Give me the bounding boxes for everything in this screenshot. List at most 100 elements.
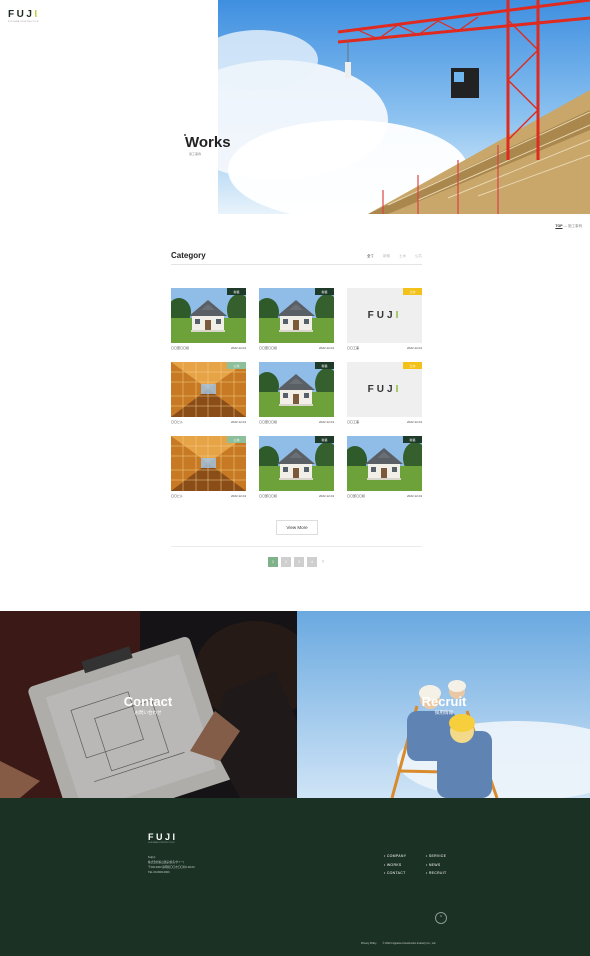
privacy-policy-link[interactable]: Privacy Policy xyxy=(361,942,377,945)
work-name: 〇〇ビル xyxy=(171,420,184,424)
work-date: 2022.12.04 xyxy=(318,346,334,350)
work-date: 2022.12.04 xyxy=(318,420,334,424)
work-name: 〇〇邸〇〇様 xyxy=(171,346,190,350)
contact-title: Contact xyxy=(123,694,173,709)
filter-public[interactable]: 公共 xyxy=(415,254,422,259)
pagination: 1 2 3 4 › xyxy=(268,557,324,567)
breadcrumb: TOP — 施工事例 xyxy=(555,224,582,229)
page-4[interactable]: 4 xyxy=(307,557,317,567)
recruit-title: Recruit xyxy=(421,694,467,709)
footer-link-recruit[interactable]: • RECRUIT xyxy=(426,871,468,875)
footer-link-contact[interactable]: • CONTACT xyxy=(384,871,426,875)
category-badge: 新築 xyxy=(315,362,334,369)
work-name: 〇〇工事 xyxy=(347,346,360,350)
work-card[interactable]: 新築〇〇邸〇〇様 2022.12.04 xyxy=(259,288,334,350)
work-card[interactable]: 公共〇〇ビル 2022.12.04 xyxy=(171,362,246,424)
work-thumbnail: 新築 xyxy=(259,362,334,417)
site-footer: FUJI FUJIYAMA CONSTRUCTION Fuji(n) 株式会社藤… xyxy=(0,798,590,956)
breadcrumb-home[interactable]: TOP xyxy=(555,224,562,228)
footer-bottom: Privacy Policy © 2022 Fujiyama Construct… xyxy=(361,942,436,945)
contact-panel[interactable]: Contact お問い合わせ xyxy=(0,611,297,798)
work-meta: 〇〇ビル 2022.12.04 xyxy=(171,494,246,498)
view-more-button[interactable]: View More xyxy=(276,520,318,535)
work-thumbnail: FUJI 土木 xyxy=(347,288,422,343)
breadcrumb-current: 施工事例 xyxy=(568,224,582,228)
page-1[interactable]: 1 xyxy=(268,557,278,567)
footer-link-service[interactable]: • SERVICE xyxy=(426,854,468,858)
work-thumbnail: 新築 xyxy=(347,436,422,491)
work-name: 〇〇工事 xyxy=(347,420,360,424)
work-name: 〇〇邸〇〇様 xyxy=(347,494,366,498)
recruit-subtitle: 採用情報 xyxy=(435,710,453,715)
logo-accent: I xyxy=(34,9,40,20)
work-date: 2022.12.04 xyxy=(230,494,246,498)
filter-new-build[interactable]: 新築 xyxy=(383,254,390,259)
category-badge: 土木 xyxy=(403,362,422,369)
filter-civil[interactable]: 土木 xyxy=(399,254,406,259)
work-meta: 〇〇邸〇〇様 2022.12.04 xyxy=(259,494,334,498)
work-date: 2022.12.04 xyxy=(406,420,422,424)
work-name: 〇〇邸〇〇様 xyxy=(259,420,278,424)
footer-logo[interactable]: FUJI xyxy=(148,832,178,842)
filter-all[interactable]: 全て xyxy=(367,254,374,259)
work-date: 2022.12.04 xyxy=(406,346,422,350)
work-meta: 〇〇邸〇〇様 2022.12.04 xyxy=(259,346,334,350)
category-badge: 新築 xyxy=(315,288,334,295)
work-date: 2022.12.04 xyxy=(230,346,246,350)
work-meta: 〇〇工事 2022.12.04 xyxy=(347,346,422,350)
work-card[interactable]: 新築〇〇邸〇〇様 2022.12.04 xyxy=(347,436,422,498)
back-to-top-icon[interactable]: ⌃ xyxy=(435,912,447,924)
heading-dot xyxy=(184,134,186,136)
placeholder-logo: FUJI xyxy=(367,310,402,321)
address-line: TEL 00-0000-0000 xyxy=(148,871,170,874)
work-thumbnail: 新築 xyxy=(259,288,334,343)
footer-link-company[interactable]: • COMPANY xyxy=(384,854,426,858)
work-name: 〇〇邸〇〇様 xyxy=(259,346,278,350)
site-logo[interactable]: FUJI FUJIYAMA CONSTRUCTION xyxy=(8,9,40,23)
footer-link-works[interactable]: • WORKS xyxy=(384,863,426,867)
work-name: 〇〇邸〇〇様 xyxy=(259,494,278,498)
work-thumbnail: 新築 xyxy=(259,436,334,491)
work-meta: 〇〇邸〇〇様 2022.12.04 xyxy=(347,494,422,498)
work-thumbnail: 公共 xyxy=(171,436,246,491)
work-thumbnail: 新築 xyxy=(171,288,246,343)
work-date: 2022.12.04 xyxy=(230,420,246,424)
work-card[interactable]: 新築〇〇邸〇〇様 2022.12.04 xyxy=(259,362,334,424)
logo-tagline: FUJIYAMA CONSTRUCTION xyxy=(8,21,39,23)
work-card[interactable]: 新築〇〇邸〇〇様 2022.12.04 xyxy=(171,288,246,350)
page-2[interactable]: 2 xyxy=(281,557,291,567)
hero-crane-image xyxy=(218,0,590,214)
category-badge: 土木 xyxy=(403,288,422,295)
breadcrumb-separator: — xyxy=(563,224,568,228)
work-card[interactable]: FUJI 土木〇〇工事 2022.12.04 xyxy=(347,362,422,424)
category-header: Category 全て 新築 土木 公共 xyxy=(171,251,422,265)
work-meta: 〇〇邸〇〇様 2022.12.04 xyxy=(171,346,246,350)
work-name: 〇〇ビル xyxy=(171,494,184,498)
category-badge: 新築 xyxy=(227,288,246,295)
category-badge: 新築 xyxy=(403,436,422,443)
category-filters: 全て 新築 土木 公共 xyxy=(367,254,422,259)
contact-label: Contact お問い合わせ xyxy=(108,695,188,716)
logo-wordmark: FUJ xyxy=(8,9,35,20)
footer-address: Fuji(n) 株式会社藤山建設(仮名/ダミー) 〒000-0000 静岡県〇〇… xyxy=(148,855,195,875)
next-page-icon[interactable]: › xyxy=(322,559,324,565)
page-subtitle: 施工事例 xyxy=(189,152,202,156)
work-meta: 〇〇ビル 2022.12.04 xyxy=(171,420,246,424)
recruit-label: Recruit 採用情報 xyxy=(404,695,484,716)
work-thumbnail: 公共 xyxy=(171,362,246,417)
page-3[interactable]: 3 xyxy=(294,557,304,567)
footer-link-news[interactable]: • NEWS xyxy=(426,863,468,867)
divider xyxy=(171,546,422,547)
work-thumbnail: FUJI 土木 xyxy=(347,362,422,417)
work-date: 2022.12.04 xyxy=(318,494,334,498)
footer-logo-tagline: FUJIYAMA CONSTRUCTION xyxy=(148,842,175,844)
recruit-panel[interactable]: Recruit 採用情報 xyxy=(297,611,590,798)
footer-links: • COMPANY • SERVICE • WORKS • NEWS • CON… xyxy=(384,854,468,875)
work-meta: 〇〇工事 2022.12.04 xyxy=(347,420,422,424)
page-title: Works xyxy=(185,134,231,151)
work-card[interactable]: 公共〇〇ビル 2022.12.04 xyxy=(171,436,246,498)
page-heading: Works 施工事例 xyxy=(184,134,231,156)
work-card[interactable]: FUJI 土木〇〇工事 2022.12.04 xyxy=(347,288,422,350)
contact-subtitle: お問い合わせ xyxy=(134,710,162,715)
work-card[interactable]: 新築〇〇邸〇〇様 2022.12.04 xyxy=(259,436,334,498)
